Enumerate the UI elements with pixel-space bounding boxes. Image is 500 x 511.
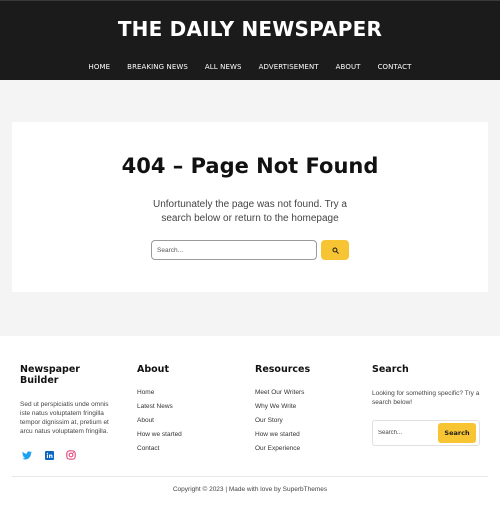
footer-resources-list: Meet Our Writers Why We Write Our Story …	[255, 389, 355, 452]
footer-search-column: Search Looking for something specific? T…	[372, 364, 482, 446]
nav-home[interactable]: HOME	[89, 63, 111, 71]
footer-link-how-we-started[interactable]: How we started	[137, 431, 227, 438]
not-found-card: 404 – Page Not Found Unfortunately the p…	[12, 122, 488, 292]
footer-search-input[interactable]	[376, 424, 438, 442]
nav-advertisement[interactable]: ADVERTISEMENT	[259, 63, 319, 71]
twitter-icon[interactable]	[22, 450, 32, 460]
copyright-text: Copyright © 2023 | Made with love by Sup…	[172, 486, 328, 493]
footer-about-heading: About	[137, 364, 169, 375]
footer-search-heading: Search	[372, 364, 409, 375]
footer-link-our-story[interactable]: Our Story	[255, 417, 355, 424]
search-form	[151, 240, 349, 260]
footer-about-column: About Home Latest News About How we star…	[137, 364, 227, 459]
footer-search-text: Looking for something specific? Try a se…	[372, 390, 480, 406]
nav-contact[interactable]: CONTACT	[378, 63, 412, 71]
site-title[interactable]: THE DAILY NEWSPAPER	[0, 17, 500, 41]
footer-link-why-we-write[interactable]: Why We Write	[255, 403, 355, 410]
footer-search-button[interactable]: Search	[438, 423, 476, 443]
footer-link-how-we-started-2[interactable]: How we started	[255, 431, 355, 438]
social-links	[20, 450, 120, 460]
footer-link-about[interactable]: About	[137, 417, 227, 424]
linkedin-icon[interactable]	[44, 450, 54, 460]
footer-search-form: Search	[372, 420, 480, 446]
footer-link-contact[interactable]: Contact	[137, 445, 227, 452]
footer-brand-column: Newspaper Builder Sed ut perspiciatis un…	[20, 364, 120, 460]
footer-link-home[interactable]: Home	[137, 389, 227, 396]
main-content: 404 – Page Not Found Unfortunately the p…	[0, 80, 500, 336]
footer-resources-column: Resources Meet Our Writers Why We Write …	[255, 364, 355, 459]
search-input[interactable]	[151, 240, 317, 260]
instagram-icon[interactable]	[66, 450, 76, 460]
footer-brand-text: Sed ut perspiciatis unde omnis iste natu…	[20, 401, 109, 435]
footer-brand-heading: Newspaper Builder	[20, 364, 80, 386]
site-header: THE DAILY NEWSPAPER HOME BREAKING NEWS A…	[0, 0, 500, 80]
nav-breaking-news[interactable]: BREAKING NEWS	[127, 63, 188, 71]
footer-link-our-experience[interactable]: Our Experience	[255, 445, 355, 452]
search-button[interactable]	[321, 240, 349, 260]
footer-divider	[12, 476, 488, 477]
footer-about-list: Home Latest News About How we started Co…	[137, 389, 227, 452]
page-subtitle: Unfortunately the page was not found. Tr…	[152, 199, 347, 224]
site-footer: Newspaper Builder Sed ut perspiciatis un…	[0, 336, 500, 511]
nav-all-news[interactable]: ALL NEWS	[205, 63, 242, 71]
footer-link-meet-writers[interactable]: Meet Our Writers	[255, 389, 355, 396]
search-icon	[331, 246, 339, 254]
page-title: 404 – Page Not Found	[121, 154, 379, 178]
nav-about[interactable]: ABOUT	[336, 63, 361, 71]
footer-link-latest-news[interactable]: Latest News	[137, 403, 227, 410]
footer-resources-heading: Resources	[255, 364, 311, 375]
main-nav: HOME BREAKING NEWS ALL NEWS ADVERTISEMEN…	[0, 63, 500, 71]
